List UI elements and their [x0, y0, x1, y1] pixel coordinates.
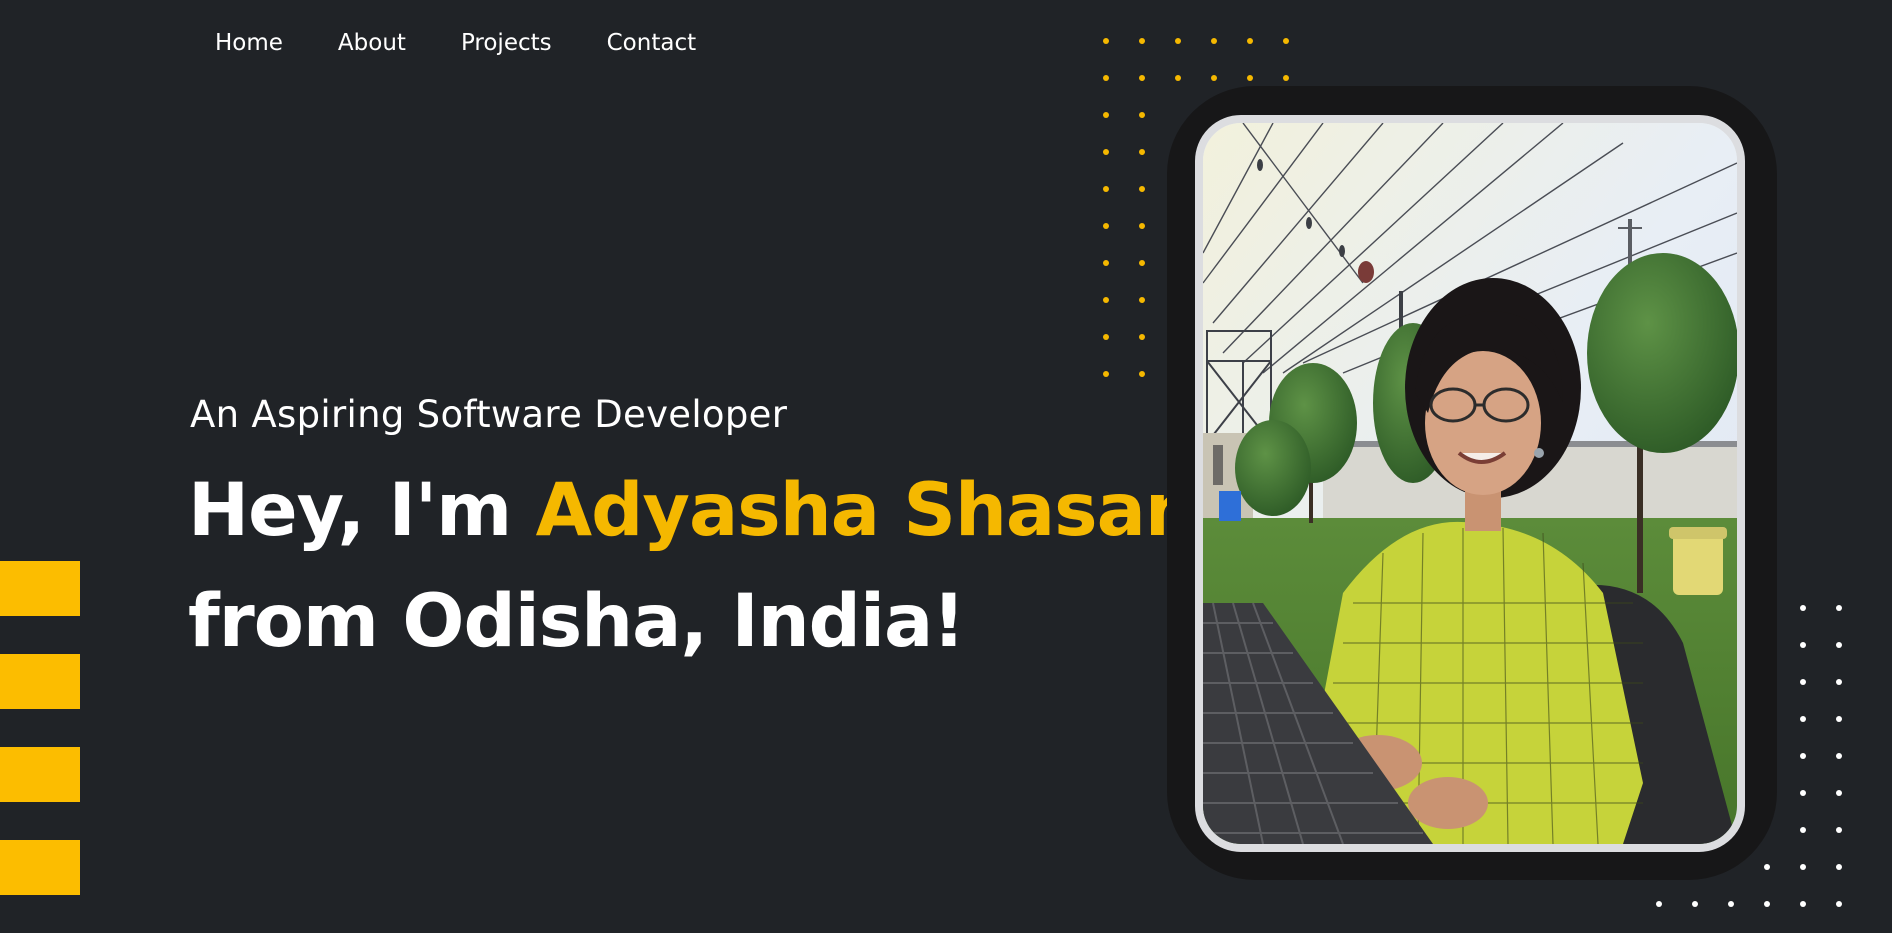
decorative-dot [1103, 38, 1109, 44]
decorative-dot [1656, 901, 1662, 907]
decorative-dot [1800, 679, 1806, 685]
nav-home-link[interactable]: Home [215, 28, 283, 58]
hero-subtitle: An Aspiring Software Developer [190, 393, 788, 436]
decorative-dot [1692, 901, 1698, 907]
decorative-dot [1800, 790, 1806, 796]
decorative-dot [1139, 223, 1145, 229]
decorative-dot [1103, 186, 1109, 192]
decorative-dot [1836, 753, 1842, 759]
decorative-dot [1836, 827, 1842, 833]
decorative-dot [1247, 75, 1253, 81]
decorative-dot [1800, 716, 1806, 722]
decorative-dot [1728, 901, 1734, 907]
decorative-dot [1800, 864, 1806, 870]
decorative-dot [1800, 642, 1806, 648]
decorative-dot [1836, 679, 1842, 685]
decorative-dot [1211, 38, 1217, 44]
decorative-dot [1800, 901, 1806, 907]
profile-photo [1195, 115, 1745, 852]
decorative-dot [1800, 753, 1806, 759]
decorative-dot [1139, 186, 1145, 192]
decorative-dot [1836, 642, 1842, 648]
decorative-dot [1836, 864, 1842, 870]
yellow-bar [0, 747, 80, 802]
decorative-dot [1103, 223, 1109, 229]
decorative-dot [1103, 149, 1109, 155]
yellow-bar [0, 561, 80, 616]
decorative-dot [1139, 75, 1145, 81]
decorative-dot [1211, 75, 1217, 81]
decorative-dot [1103, 297, 1109, 303]
decorative-dot [1800, 827, 1806, 833]
decorative-dot [1139, 149, 1145, 155]
decorative-dot [1247, 38, 1253, 44]
decorative-dot [1103, 75, 1109, 81]
hero-name: Adyasha Shasani [535, 468, 1221, 553]
decorative-dot [1800, 605, 1806, 611]
decorative-dot [1764, 864, 1770, 870]
hero-heading: Hey, I'm Adyasha Shasani from Odisha, In… [188, 455, 1221, 677]
nav-about-link[interactable]: About [338, 28, 406, 58]
profile-photo-frame [1167, 86, 1777, 880]
decorative-dot [1139, 371, 1145, 377]
nav-contact-link[interactable]: Contact [607, 28, 696, 58]
yellow-bar [0, 840, 80, 895]
decorative-dot [1139, 112, 1145, 118]
yellow-bar [0, 654, 80, 709]
decorative-dot [1103, 334, 1109, 340]
decorative-dot [1283, 75, 1289, 81]
hero-location: from Odisha, India! [188, 579, 966, 664]
decorative-dot [1283, 38, 1289, 44]
decorative-dot [1139, 334, 1145, 340]
decorative-dot [1103, 371, 1109, 377]
decorative-dot [1836, 790, 1842, 796]
decorative-dot [1836, 901, 1842, 907]
decorative-dot [1103, 112, 1109, 118]
yellow-bar-stack [0, 561, 80, 933]
decorative-dot [1139, 260, 1145, 266]
nav-projects-link[interactable]: Projects [461, 28, 552, 58]
decorative-dot [1175, 75, 1181, 81]
portrait-illustration [1203, 123, 1737, 844]
decorative-dot [1139, 297, 1145, 303]
hero-greeting: Hey, I'm [188, 468, 536, 553]
main-nav: Home About Projects Contact [215, 28, 696, 58]
decorative-dot [1836, 605, 1842, 611]
decorative-dot [1764, 901, 1770, 907]
decorative-dot [1836, 716, 1842, 722]
decorative-dot [1139, 38, 1145, 44]
decorative-dot [1103, 260, 1109, 266]
decorative-dot [1175, 38, 1181, 44]
